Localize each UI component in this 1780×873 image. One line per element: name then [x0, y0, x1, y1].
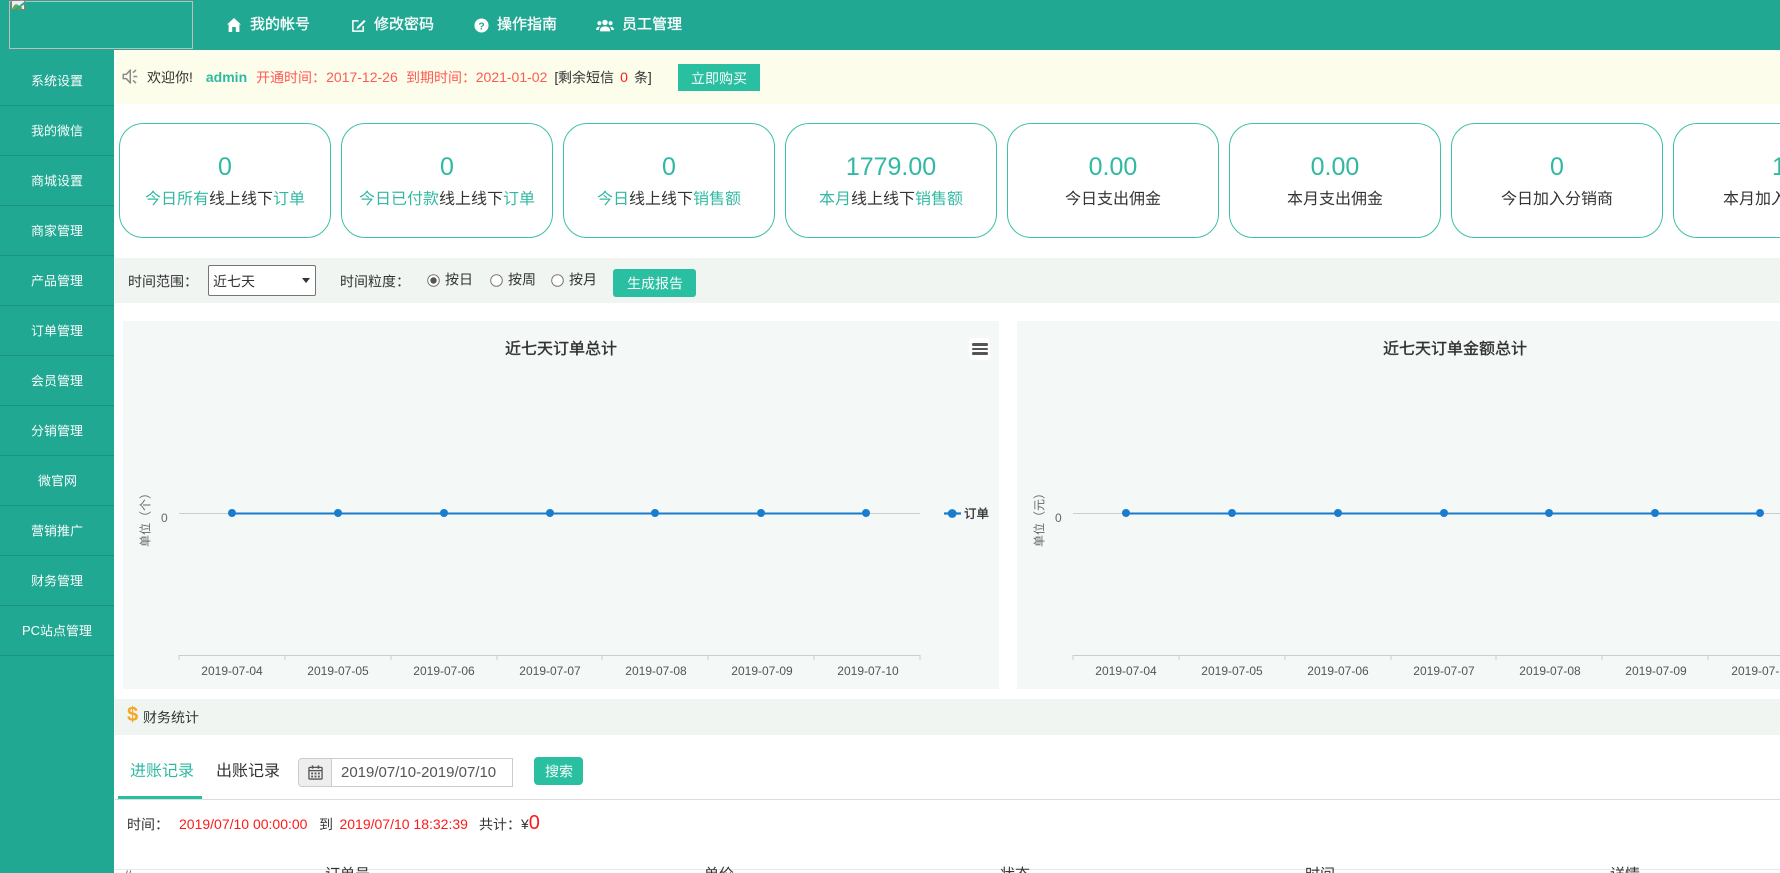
svg-text:?: ? — [478, 21, 484, 32]
